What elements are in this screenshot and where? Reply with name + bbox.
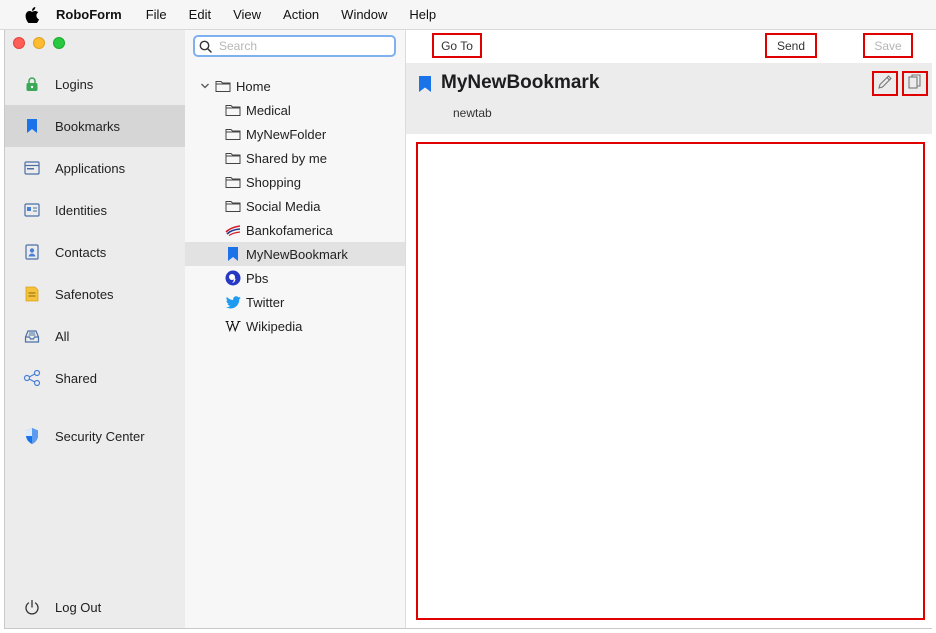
folder-icon [225,198,241,214]
shield-icon [23,427,41,445]
tree-item-label: Wikipedia [246,318,303,334]
sidebar-item-identities[interactable]: Identities [5,189,185,231]
menu-action[interactable]: Action [283,7,319,22]
apple-logo-icon[interactable] [22,5,42,25]
folder-icon [225,174,241,190]
edit-button[interactable] [872,71,898,96]
sidebar-item-safenotes[interactable]: Safenotes [5,273,185,315]
tree-item-social-media[interactable]: Social Media [185,194,405,218]
detail-header: MyNewBookmark newtab [406,63,932,134]
bookmark-icon [23,117,41,135]
inbox-tray-icon [23,327,41,345]
sidebar-item-all[interactable]: All [5,315,185,357]
pbs-logo-icon [225,270,241,286]
close-window-button[interactable] [13,37,25,49]
lock-icon [23,75,41,93]
share-icon [23,369,41,387]
bookmark-icon [418,75,432,93]
menu-view[interactable]: View [233,7,261,22]
bankofamerica-logo-icon [225,222,241,238]
tree-item-wikipedia[interactable]: Wikipedia [185,314,405,338]
sidebar-item-security-center[interactable]: Security Center [5,415,185,457]
zoom-window-button[interactable] [53,37,65,49]
tree-item-label: Shopping [246,174,301,190]
bookmark-icon [225,246,241,262]
tree-item-label: Shared by me [246,150,327,166]
tree-item-shopping[interactable]: Shopping [185,170,405,194]
tree-item-label: Social Media [246,198,321,214]
folder-icon [215,78,231,94]
detail-toolbar: Go To Send Save [406,30,932,63]
bookmark-title: MyNewBookmark [441,72,600,93]
window-controls [13,37,65,49]
tree-item-mynewfolder[interactable]: MyNewFolder [185,122,405,146]
twitter-bird-icon [225,294,241,310]
goto-button[interactable]: Go To [432,33,482,58]
app-window: Logins Bookmarks Applications Identities [4,30,932,629]
chevron-down-icon[interactable] [199,80,211,92]
sidebar-item-label: Logins [55,76,94,92]
sidebar-item-label: Security Center [55,428,145,444]
copy-button[interactable] [902,71,928,96]
tree-item-mynewbookmark[interactable]: MyNewBookmark [185,242,405,266]
menu-app-name[interactable]: RoboForm [56,7,122,22]
pencil-icon [877,74,893,93]
tree-item-label: MyNewFolder [246,126,327,142]
folder-icon [225,102,241,118]
sidebar-item-shared[interactable]: Shared [5,357,185,399]
sidebar-item-label: Contacts [55,244,107,260]
detail-pane: Go To Send Save MyNewBookmark newtab [406,30,932,628]
folder-icon [225,150,241,166]
copy-icon [908,74,922,93]
minimize-window-button[interactable] [33,37,45,49]
tree-item-bankofamerica[interactable]: Bankofamerica [185,218,405,242]
identity-card-icon [23,201,41,219]
menu-edit[interactable]: Edit [189,7,211,22]
search-icon [199,39,213,53]
save-button[interactable]: Save [863,33,913,58]
bookmark-content-area[interactable] [416,142,925,620]
sidebar-item-label: Shared [55,370,97,386]
folder-icon [225,126,241,142]
tree-item-label: Twitter [246,294,285,310]
tree-item-pbs[interactable]: Pbs [185,266,405,290]
menu-window[interactable]: Window [341,7,387,22]
menu-bar: RoboForm File Edit View Action Window He… [0,0,936,30]
sidebar-item-bookmarks[interactable]: Bookmarks [5,105,185,147]
sidebar-item-applications[interactable]: Applications [5,147,185,189]
logout-button[interactable]: Log Out [5,586,185,628]
sidebar-item-label: Bookmarks [55,118,121,134]
sidebar: Logins Bookmarks Applications Identities [5,30,185,628]
sidebar-item-label: All [55,328,70,344]
bookmark-url: newtab [453,106,492,120]
sidebar-item-contacts[interactable]: Contacts [5,231,185,273]
application-icon [23,159,41,177]
contact-icon [23,243,41,261]
sidebar-item-label: Safenotes [55,286,114,302]
sidebar-item-logins[interactable]: Logins [5,63,185,105]
search-input[interactable] [219,39,389,53]
sidebar-item-label: Applications [55,160,126,176]
tree-item-label: Home [236,78,271,94]
tree-item-twitter[interactable]: Twitter [185,290,405,314]
tree-item-label: MyNewBookmark [246,246,348,262]
power-icon [23,598,41,616]
tree-list: Home Medical MyNewFolder Shared by me Sh… [185,74,405,338]
menu-file[interactable]: File [146,7,167,22]
tree-item-label: Bankofamerica [246,222,333,238]
tree-item-label: Pbs [246,270,269,286]
menu-help[interactable]: Help [409,7,436,22]
tree-item-shared-by-me[interactable]: Shared by me [185,146,405,170]
tree-item-label: Medical [246,102,291,118]
search-box[interactable] [193,35,396,57]
send-button[interactable]: Send [765,33,817,58]
logout-label: Log Out [55,599,102,615]
note-icon [23,285,41,303]
sidebar-item-label: Identities [55,202,108,218]
wikipedia-w-icon [225,318,241,334]
tree-item-home[interactable]: Home [185,74,405,98]
bookmark-tree-panel: Home Medical MyNewFolder Shared by me [185,30,406,628]
tree-item-medical[interactable]: Medical [185,98,405,122]
sidebar-nav: Logins Bookmarks Applications Identities [5,63,185,457]
